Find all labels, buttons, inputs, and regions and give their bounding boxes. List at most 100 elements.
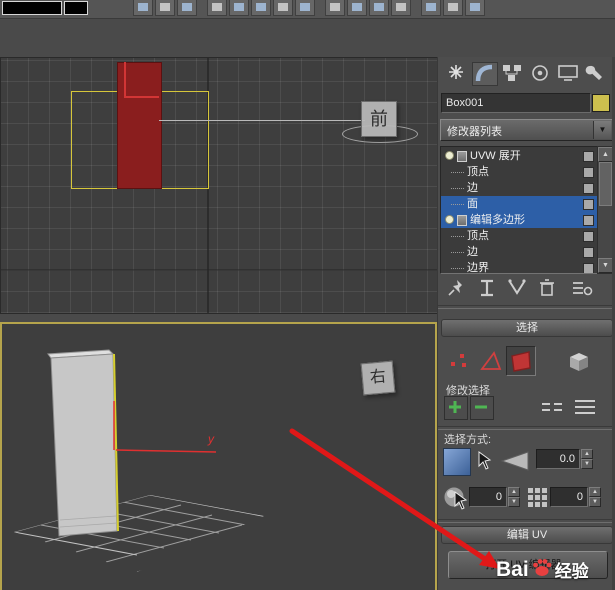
- chevron-down-icon[interactable]: ▼: [593, 121, 611, 139]
- make-unique-icon[interactable]: [506, 278, 528, 298]
- gizmo-axis-horizontal: [124, 96, 159, 98]
- element-cube-icon[interactable]: [566, 348, 592, 374]
- modify-icon[interactable]: [472, 62, 498, 86]
- axis-label-y: y: [207, 432, 215, 446]
- shrink-selection-icon[interactable]: [470, 396, 494, 420]
- toolbar-icon[interactable]: [421, 0, 441, 16]
- toolbar-icon[interactable]: [273, 0, 293, 16]
- spinner-up-icon[interactable]: ▲: [589, 487, 601, 497]
- bulb-icon[interactable]: [445, 215, 454, 224]
- stack-row-toggle[interactable]: [583, 151, 594, 162]
- spinner-field[interactable]: 0: [550, 487, 588, 507]
- angle-spinner-field[interactable]: 0.0: [536, 449, 580, 469]
- rollout-selection[interactable]: 选择: [441, 319, 613, 337]
- view-label-front[interactable]: 前: [361, 101, 397, 137]
- toolbar-icon[interactable]: [295, 0, 315, 16]
- create-icon[interactable]: [444, 62, 468, 84]
- display-icon[interactable]: [556, 62, 580, 84]
- gizmo-leader-line: [159, 120, 365, 121]
- toolbar-icon[interactable]: [391, 0, 411, 16]
- toolbar-icon[interactable]: [133, 0, 153, 16]
- spinner-down-icon[interactable]: ▼: [508, 497, 520, 507]
- vertex-dots-icon[interactable]: [448, 349, 470, 371]
- paw-icon: [531, 556, 553, 583]
- toolbar-icon[interactable]: [177, 0, 197, 16]
- spinner-up-icon[interactable]: ▲: [508, 487, 520, 497]
- modifier-stack-item-selected[interactable]: 编辑多边形: [441, 212, 597, 228]
- cone-angle-icon[interactable]: [500, 449, 530, 473]
- ring-icon[interactable]: [572, 398, 598, 416]
- toolbar-icon[interactable]: [443, 0, 463, 16]
- pin-stack-icon[interactable]: [446, 278, 468, 298]
- modifier-icon: [457, 215, 467, 226]
- named-selection-button[interactable]: [64, 1, 88, 15]
- modifier-stack-item[interactable]: 顶点: [441, 164, 597, 180]
- rollout-edit-uv[interactable]: 编辑 UV: [441, 526, 613, 544]
- stack-row-toggle[interactable]: [583, 247, 594, 258]
- modifier-stack-item[interactable]: UVW 展开: [441, 148, 597, 164]
- toolbar-icon[interactable]: [207, 0, 227, 16]
- motion-icon[interactable]: [528, 62, 552, 84]
- grid-axis-horizontal: [1, 269, 438, 271]
- edge-triangle-icon[interactable]: [479, 349, 503, 373]
- modifier-stack-item[interactable]: 边: [441, 180, 597, 196]
- cursor-icon: [454, 491, 468, 511]
- modifier-stack: UVW 展开 顶点 边 面 编辑多边形 顶点 边 边界: [440, 146, 598, 274]
- toolbar-icon[interactable]: [155, 0, 175, 16]
- show-end-result-icon[interactable]: [476, 278, 498, 298]
- toolbar-icon[interactable]: [347, 0, 367, 16]
- main-toolbar: [0, 0, 615, 19]
- toolbar-icon[interactable]: [251, 0, 271, 16]
- modifier-stack-item[interactable]: 顶点: [441, 228, 597, 244]
- spinner-down-icon[interactable]: ▼: [589, 497, 601, 507]
- stack-row-toggle[interactable]: [583, 263, 594, 273]
- stack-row-toggle[interactable]: [583, 215, 594, 226]
- object-color-swatch[interactable]: [592, 94, 610, 112]
- loop-icon[interactable]: [540, 400, 564, 414]
- toolbar-icon[interactable]: [369, 0, 389, 16]
- divider: [438, 305, 615, 309]
- grow-selection-icon[interactable]: [444, 396, 468, 420]
- cursor-icon: [478, 451, 492, 471]
- viewport-front[interactable]: 前: [0, 57, 439, 314]
- object-name-field[interactable]: [441, 93, 591, 113]
- select-by-label: 选择方式:: [444, 434, 492, 446]
- view-label-right[interactable]: 右: [360, 360, 396, 396]
- grid-falloff-icon[interactable]: [526, 486, 548, 508]
- face-icon[interactable]: [506, 346, 536, 376]
- stack-row-toggle[interactable]: [583, 183, 594, 194]
- stack-row-toggle[interactable]: [583, 231, 594, 242]
- scroll-down-icon[interactable]: ▼: [598, 258, 613, 273]
- bulb-icon[interactable]: [445, 151, 454, 160]
- scroll-up-icon[interactable]: ▲: [598, 147, 613, 162]
- spinner-down-icon[interactable]: ▼: [581, 459, 593, 469]
- modifier-stack-item[interactable]: 边界: [441, 260, 597, 273]
- utilities-icon[interactable]: [584, 62, 608, 84]
- configure-modifier-sets-icon[interactable]: [570, 278, 594, 298]
- planar-select-icon[interactable]: [443, 448, 471, 476]
- viewport-right-active[interactable]: y 右: [0, 322, 437, 590]
- watermark-text: Bai: [496, 557, 529, 581]
- remove-modifier-icon[interactable]: [536, 278, 558, 298]
- toolbar-icon[interactable]: [325, 0, 345, 16]
- modifier-stack-item-selected[interactable]: 面: [441, 196, 597, 212]
- modifier-list-dropdown[interactable]: 修改器列表 ▼: [440, 119, 613, 141]
- command-panel: 修改器列表 ▼ UVW 展开 顶点 边 面: [437, 57, 615, 590]
- toolbar-icon[interactable]: [229, 0, 249, 16]
- watermark-text: 经验: [554, 562, 589, 581]
- baidu-jingyan-watermark: Bai 经验: [496, 556, 589, 583]
- toolbar-icon[interactable]: [465, 0, 485, 16]
- stack-row-toggle[interactable]: [583, 199, 594, 210]
- modifier-icon: [457, 151, 467, 162]
- divider: [438, 426, 615, 430]
- spinner-up-icon[interactable]: ▲: [581, 449, 593, 459]
- modifier-list-label: 修改器列表: [447, 126, 502, 138]
- hierarchy-icon[interactable]: [500, 62, 524, 84]
- named-selection-field[interactable]: [2, 1, 62, 15]
- scrollbar-thumb[interactable]: [599, 162, 612, 206]
- modifier-stack-item[interactable]: 边: [441, 244, 597, 260]
- stack-row-toggle[interactable]: [583, 167, 594, 178]
- spinner-field[interactable]: 0: [469, 487, 507, 507]
- 3dsmax-window: 前 y 右 Box001 修改器列表 ▼ UVW 展开 顶点 边 面 编辑多边形…: [0, 0, 615, 590]
- divider: [438, 519, 615, 523]
